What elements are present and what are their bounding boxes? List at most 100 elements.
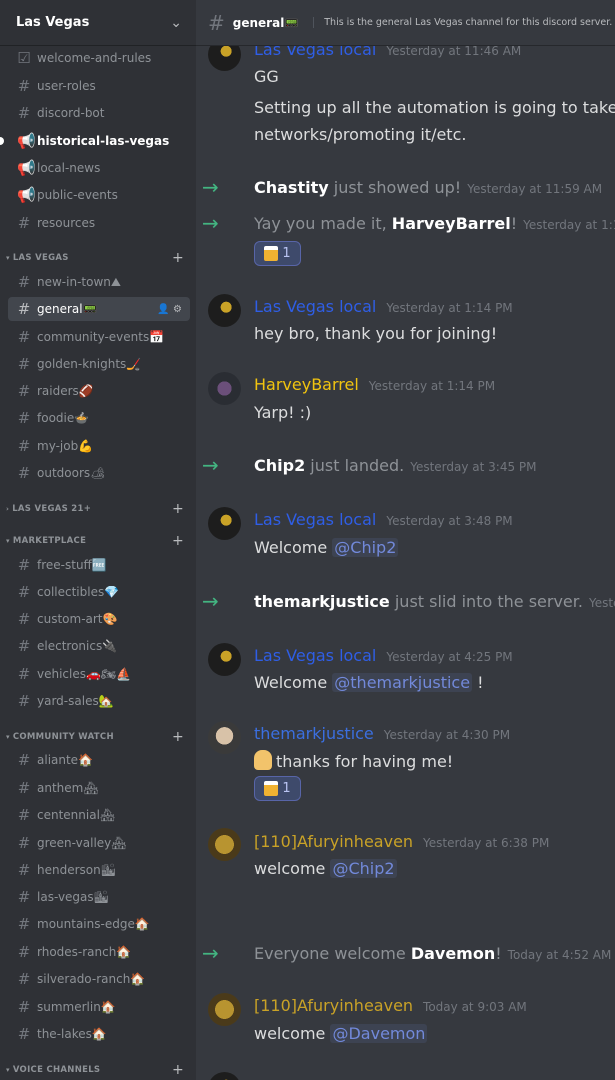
- hash-icon: #: [17, 970, 31, 988]
- channel-electronics[interactable]: # electronics🔌: [8, 634, 190, 658]
- channel-resources[interactable]: # resources: [8, 211, 190, 235]
- channel-collectibles[interactable]: # collectibles💎: [8, 580, 190, 604]
- channel-historical-las-vegas[interactable]: 📢 historical-las-vegas: [8, 129, 190, 153]
- channel-community-events[interactable]: # community-events📅: [8, 325, 190, 349]
- avatar[interactable]: [208, 507, 241, 540]
- joined-user[interactable]: HarveyBarrel: [392, 214, 511, 233]
- channel-free-stuff[interactable]: # free-stuff🆓: [8, 553, 190, 577]
- hash-icon: #: [17, 1025, 31, 1043]
- channel-centennial[interactable]: # centennial🏘: [8, 803, 190, 827]
- channel-vehicles[interactable]: # vehicles🚗🏍⛵: [8, 662, 190, 686]
- hash-icon: #: [17, 382, 31, 400]
- joined-user[interactable]: themarkjustice: [254, 592, 390, 611]
- channel-aliante[interactable]: # aliante🏠: [8, 748, 190, 772]
- channel-public-events[interactable]: 📢 public-events: [8, 183, 190, 207]
- reaction-beer[interactable]: 1: [254, 241, 301, 266]
- channel-label: golden-knights🏒: [37, 357, 142, 371]
- hash-icon: #: [17, 998, 31, 1016]
- avatar[interactable]: [208, 643, 241, 676]
- category-community-watch[interactable]: ▾ COMMUNITY WATCH +: [6, 729, 188, 745]
- channel-summerlin[interactable]: # summerlin🏠: [8, 995, 190, 1019]
- category-las-vegas[interactable]: ▾ LAS VEGAS +: [6, 250, 188, 266]
- message-body: welcome: [254, 859, 326, 878]
- channel-yard-sales[interactable]: # yard-sales🏡: [8, 689, 190, 713]
- avatar[interactable]: [208, 1072, 241, 1080]
- channel-raiders[interactable]: # raiders🏈: [8, 379, 190, 403]
- add-channel-icon[interactable]: +: [172, 501, 184, 517]
- hash-icon: #: [17, 437, 31, 455]
- avatar[interactable]: [208, 721, 241, 754]
- channel-general[interactable]: # general📟 👤 ⚙: [8, 297, 190, 321]
- channel-the-lakes[interactable]: # the-lakes🏠: [8, 1022, 190, 1046]
- channel-label: the-lakes🏠: [37, 1027, 107, 1041]
- channel-rhodes-ranch[interactable]: # rhodes-ranch🏠: [8, 940, 190, 964]
- add-channel-icon[interactable]: +: [172, 250, 184, 266]
- channel-new-in-town[interactable]: # new-in-town⛰: [8, 270, 190, 294]
- victory-hand-icon: [254, 750, 272, 770]
- server-header[interactable]: Las Vegas ⌄: [0, 0, 196, 46]
- hash-icon: #: [17, 888, 31, 906]
- add-channel-icon[interactable]: +: [172, 729, 184, 745]
- user-mention[interactable]: @Chip2: [330, 859, 397, 878]
- join-arrow-icon: →: [202, 175, 219, 199]
- message-text: Setting up all the automation is going t…: [254, 98, 615, 117]
- add-channel-icon[interactable]: +: [172, 533, 184, 549]
- joined-user[interactable]: Chastity: [254, 178, 329, 197]
- channel-label: resources: [37, 216, 96, 230]
- channel-foodie[interactable]: # foodie🍲: [8, 406, 190, 430]
- hash-icon: #: [17, 464, 31, 482]
- reaction-beer[interactable]: 1: [254, 776, 301, 801]
- hash-icon: #: [17, 637, 31, 655]
- avatar[interactable]: [208, 993, 241, 1026]
- channel-mountains-edge[interactable]: # mountains-edge🏠: [8, 912, 190, 936]
- author-name[interactable]: [110]Afuryinheaven: [254, 996, 413, 1015]
- category-las-vegas-21[interactable]: › LAS VEGAS 21+ +: [6, 501, 188, 517]
- user-mention[interactable]: @Davemon: [330, 1024, 428, 1043]
- channel-my-job[interactable]: # my-job💪: [8, 434, 190, 458]
- system-text: just showed up!: [333, 178, 462, 197]
- author-name[interactable]: themarkjustice: [254, 724, 374, 743]
- user-mention[interactable]: @themarkjustice: [332, 673, 473, 692]
- channel-user-roles[interactable]: # user-roles: [8, 74, 190, 98]
- category-marketplace[interactable]: ▾ MARKETPLACE +: [6, 533, 188, 549]
- channel-silverado-ranch[interactable]: # silverado-ranch🏠: [8, 967, 190, 991]
- channel-local-news[interactable]: 📢 local-news: [8, 156, 190, 180]
- author-name[interactable]: Las Vegas local: [254, 297, 376, 316]
- avatar[interactable]: [208, 294, 241, 327]
- channel-custom-art[interactable]: # custom-art🎨: [8, 607, 190, 631]
- hash-icon: #: [17, 583, 31, 601]
- channel-label: yard-sales🏡: [37, 694, 114, 708]
- timestamp: Yesterday at 1:14 P: [523, 218, 615, 232]
- author-name[interactable]: Las Vegas local: [254, 646, 376, 665]
- hash-icon: #: [17, 751, 31, 769]
- gear-icon[interactable]: ⚙: [173, 304, 182, 315]
- author-name[interactable]: [110]Afuryinheaven: [254, 832, 413, 851]
- channel-topic[interactable]: This is the general Las Vegas channel fo…: [313, 17, 615, 28]
- category-voice-channels[interactable]: ▾ VOICE CHANNELS +: [6, 1062, 188, 1078]
- channel-label: free-stuff🆓: [37, 558, 107, 572]
- channel-discord-bot[interactable]: # discord-bot: [8, 101, 190, 125]
- channel-henderson[interactable]: # henderson🏙: [8, 858, 190, 882]
- invite-icon[interactable]: 👤: [157, 304, 169, 315]
- avatar[interactable]: [208, 372, 241, 405]
- channel-label: electronics🔌: [37, 639, 118, 653]
- joined-user[interactable]: Davemon: [411, 944, 495, 963]
- channel-label: henderson🏙: [37, 863, 116, 877]
- channel-golden-knights[interactable]: # golden-knights🏒: [8, 352, 190, 376]
- author-name[interactable]: HarveyBarrel: [254, 375, 359, 394]
- chevron-down-icon[interactable]: ⌄: [170, 15, 182, 31]
- joined-user[interactable]: Chip2: [254, 456, 305, 475]
- channel-label: historical-las-vegas: [37, 134, 170, 148]
- channel-label: vehicles🚗🏍⛵: [37, 667, 132, 681]
- channel-las-vegas[interactable]: # las-vegas🏙: [8, 885, 190, 909]
- avatar[interactable]: [208, 828, 241, 861]
- user-mention[interactable]: @Chip2: [332, 538, 399, 557]
- channel-welcome-and-rules[interactable]: ☑ welcome-and-rules: [8, 46, 190, 70]
- channel-label: new-in-town⛰: [37, 274, 121, 289]
- channel-outdoors[interactable]: # outdoors🏕: [8, 461, 190, 485]
- timestamp: Yesterday at 4:30 PM: [383, 728, 511, 742]
- channel-anthem[interactable]: # anthem🏘: [8, 776, 190, 800]
- add-channel-icon[interactable]: +: [172, 1062, 184, 1078]
- author-name[interactable]: Las Vegas local: [254, 510, 376, 529]
- channel-green-valley[interactable]: # green-valley🏘: [8, 831, 190, 855]
